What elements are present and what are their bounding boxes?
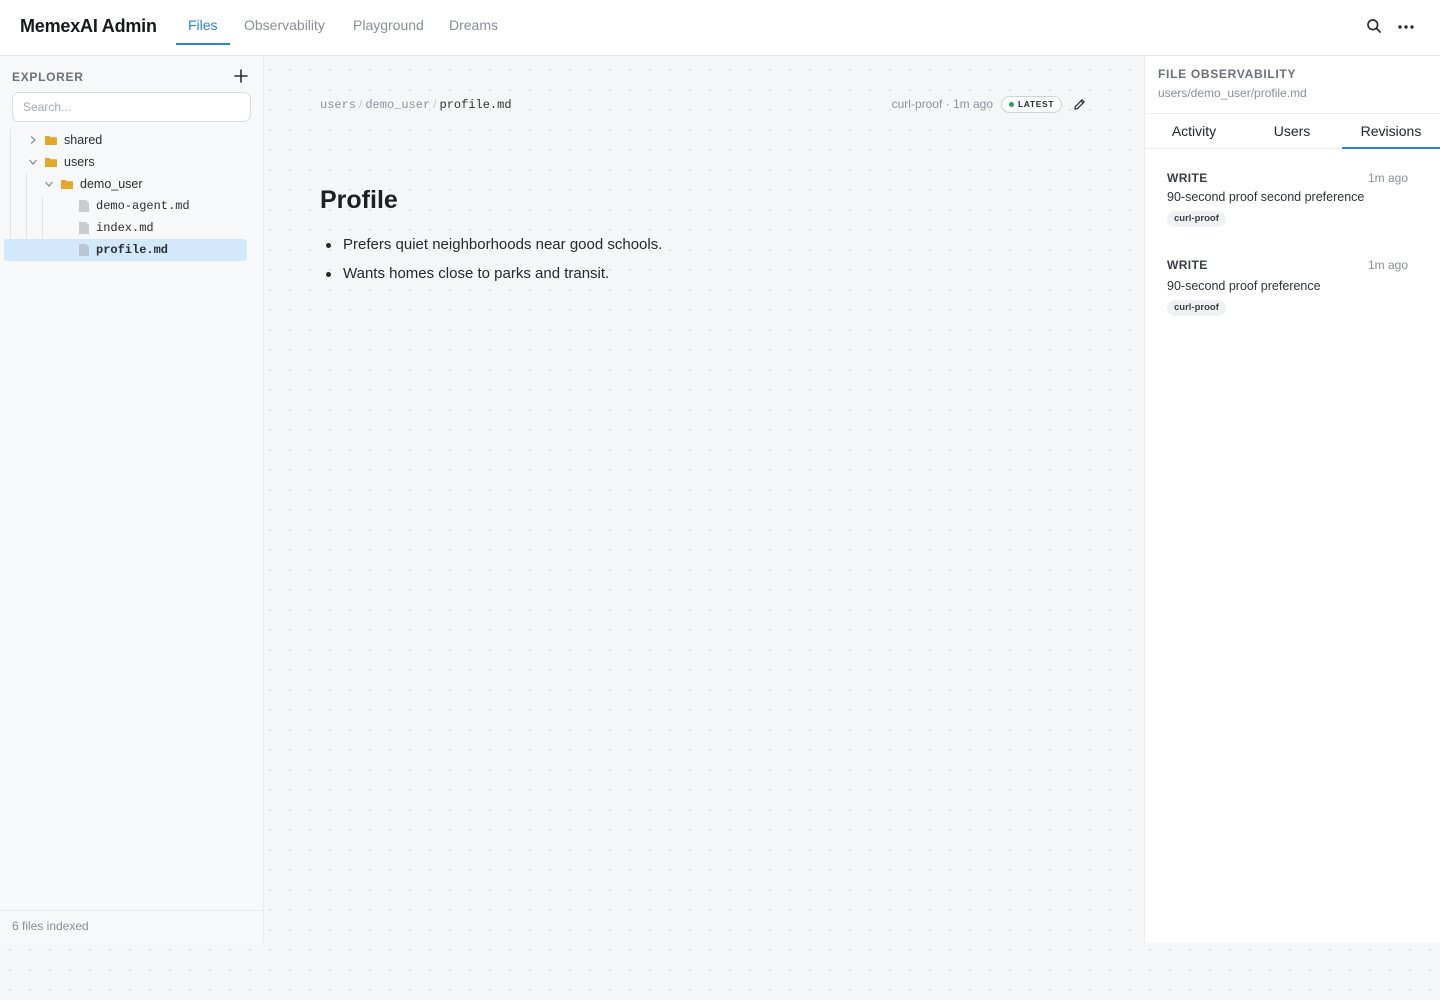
list-item: Prefers quiet neighborhoods near good sc… bbox=[320, 236, 662, 265]
tree-item-label: index.md bbox=[96, 221, 154, 235]
document-bullet-list: Prefers quiet neighborhoods near good sc… bbox=[320, 236, 662, 294]
tree-item-label: profile.md bbox=[96, 243, 169, 257]
folder-icon bbox=[61, 180, 73, 189]
chevron-down-icon bbox=[29, 159, 37, 165]
tab-files[interactable]: Files bbox=[176, 0, 230, 45]
search-icon[interactable] bbox=[1366, 18, 1382, 34]
list-item: Wants homes close to parks and transit. bbox=[320, 265, 662, 294]
chevron-down-icon bbox=[45, 181, 53, 187]
revision-message: 90-second proof preference bbox=[1167, 279, 1321, 293]
file-icon bbox=[79, 200, 89, 212]
tree-item-label: demo_user bbox=[80, 177, 143, 191]
breadcrumb: users / demo_user / profile.md bbox=[320, 97, 512, 112]
revision-message: 90-second proof second preference bbox=[1167, 190, 1365, 204]
panel-title: FILE OBSERVABILITY bbox=[1158, 67, 1297, 81]
tree-item-label: demo-agent.md bbox=[96, 199, 190, 213]
file-observability-panel: FILE OBSERVABILITY users/demo_user/profi… bbox=[1144, 56, 1440, 943]
breadcrumb-item[interactable]: users bbox=[320, 98, 356, 112]
explorer-search-input[interactable] bbox=[12, 92, 251, 122]
tree-item-shared[interactable]: shared bbox=[4, 129, 247, 151]
breadcrumb-separator: / bbox=[359, 97, 363, 111]
top-bar: MemexAI Admin Files Observability Playgr… bbox=[0, 0, 1440, 56]
tab-users[interactable]: Users bbox=[1243, 114, 1341, 149]
more-horizontal-icon[interactable] bbox=[1397, 18, 1415, 34]
revision-operation: WRITE bbox=[1167, 171, 1208, 185]
tab-observability[interactable]: Observability bbox=[232, 0, 337, 45]
tree-item-profile-md[interactable]: profile.md bbox=[4, 239, 247, 261]
tree-item-users[interactable]: users bbox=[4, 151, 247, 173]
revision-time: 1m ago bbox=[1367, 258, 1408, 272]
tab-activity[interactable]: Activity bbox=[1145, 114, 1243, 149]
panel-tabs: Activity Users Revisions bbox=[1145, 113, 1440, 149]
document-meta: curl-proof · 1m ago bbox=[891, 97, 993, 111]
tab-revisions[interactable]: Revisions bbox=[1342, 114, 1440, 149]
revision-tag: curl-proof bbox=[1167, 211, 1226, 227]
revision-time: 1m ago bbox=[1367, 171, 1408, 185]
tree-item-demo-agent-md[interactable]: demo-agent.md bbox=[4, 195, 247, 217]
document-title: Profile bbox=[320, 186, 398, 214]
breadcrumb-separator: / bbox=[433, 97, 437, 111]
tab-dreams[interactable]: Dreams bbox=[437, 0, 510, 45]
latest-badge-label: LATEST bbox=[1018, 99, 1055, 109]
latest-badge: LATEST bbox=[1001, 96, 1062, 113]
files-indexed-count: 6 files indexed bbox=[12, 919, 89, 933]
explorer-sidebar: EXPLORER shared users bbox=[0, 56, 264, 943]
breadcrumb-item[interactable]: demo_user bbox=[365, 98, 430, 112]
tree-item-index-md[interactable]: index.md bbox=[4, 217, 247, 239]
tree-item-demo-user[interactable]: demo_user bbox=[4, 173, 247, 195]
tree-item-label: users bbox=[64, 155, 95, 169]
tab-playground[interactable]: Playground bbox=[341, 0, 436, 45]
explorer-title: EXPLORER bbox=[12, 70, 84, 84]
add-icon[interactable] bbox=[233, 68, 249, 84]
panel-file-path: users/demo_user/profile.md bbox=[1158, 86, 1307, 100]
app-title: MemexAI Admin bbox=[20, 16, 157, 36]
revision-operation: WRITE bbox=[1167, 258, 1208, 272]
chevron-right-icon bbox=[30, 136, 36, 144]
explorer-footer: 6 files indexed bbox=[0, 910, 263, 943]
folder-icon bbox=[45, 136, 57, 145]
revision-tag: curl-proof bbox=[1167, 300, 1226, 316]
tree-item-label: shared bbox=[64, 133, 103, 147]
file-icon bbox=[79, 222, 89, 234]
pencil-icon[interactable] bbox=[1073, 98, 1086, 111]
status-dot bbox=[1009, 102, 1014, 107]
folder-icon bbox=[45, 158, 57, 167]
breadcrumb-current: profile.md bbox=[439, 98, 512, 112]
file-icon bbox=[79, 244, 89, 256]
